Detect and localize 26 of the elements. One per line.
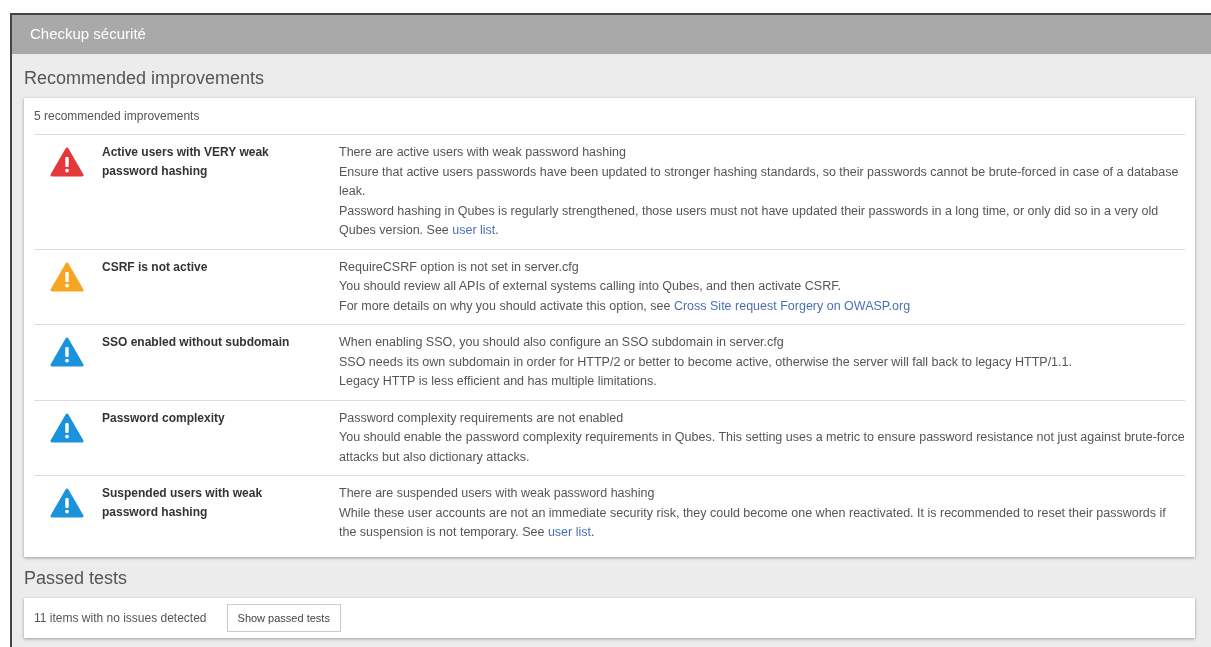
description-line: Password complexity requirements are not enabled: [339, 409, 625, 427]
description-line: RequireCSRF option is not set in server.cfg: [339, 258, 580, 276]
description-line: There are active users with weak password hashing: [339, 144, 627, 161]
link[interactable]: Cross Site request Forgery on OWASP.org: [673, 298, 911, 313]
section-heading: Passed tests: [24, 566, 129, 590]
window-title: Checkup sécurité: [30, 24, 146, 45]
description-line: There are suspended users with weak password hashing: [339, 485, 656, 502]
description-line: Password hashing in Qubes is regularly strengthened, those users must not have updated their passwords in a long time, or only did so in a very old Qubes version. See user list.: [339, 202, 1160, 239]
issue-title: Suspended users with weak password hashing: [102, 485, 264, 521]
issue-title: CSRF is not active: [102, 258, 209, 276]
issue-title: SSO enabled without subdomain: [102, 334, 291, 351]
link[interactable]: user list: [547, 525, 591, 539]
description-line: You should enable the password complexity requirements in Qubes. This setting uses a metric to ensure password resistance not just against brute-force attacks but also dictionary attacks.: [339, 429, 1185, 466]
description-line: When enabling SSO, you should also configure an SSO subdomain in server.cfg: [339, 334, 785, 351]
description-line: SSO needs its own subdomain in order for HTTP/2 or better to become active, otherwise the server will fall back to legacy HTTP/1.1.: [339, 353, 1073, 371]
issue-title: Active users with VERY weak password hashing: [102, 144, 270, 180]
show-passed-tests-button[interactable]: Show passed tests: [226, 603, 341, 632]
description-line: Legacy HTTP is less efficient and has multiple limitations.: [339, 373, 658, 390]
improvements-count: 5 recommended improvements: [34, 98, 1185, 135]
passed-count: 11 items with no issues detected: [34, 609, 207, 627]
issue-title: Password complexity: [102, 409, 226, 427]
description-line: You should review all APIs of external systems calling into Qubes, and then activate CSRF.: [339, 278, 842, 295]
description-line: For more details on why you should activate this option, see Cross Site request Forgery on OWASP.org: [339, 297, 912, 315]
description-line: Ensure that active users passwords have been updated to stronger hashing standards, so their passwords cannot be brute-forced in case of a database leak.: [339, 163, 1180, 200]
description-line: While these user accounts are not an immediate security risk, they could become one when reactivated. It is recommended to reset their passwords if the suspension is not temporary. See user list.: [339, 504, 1167, 541]
section-heading: Recommended improvements: [24, 67, 266, 90]
